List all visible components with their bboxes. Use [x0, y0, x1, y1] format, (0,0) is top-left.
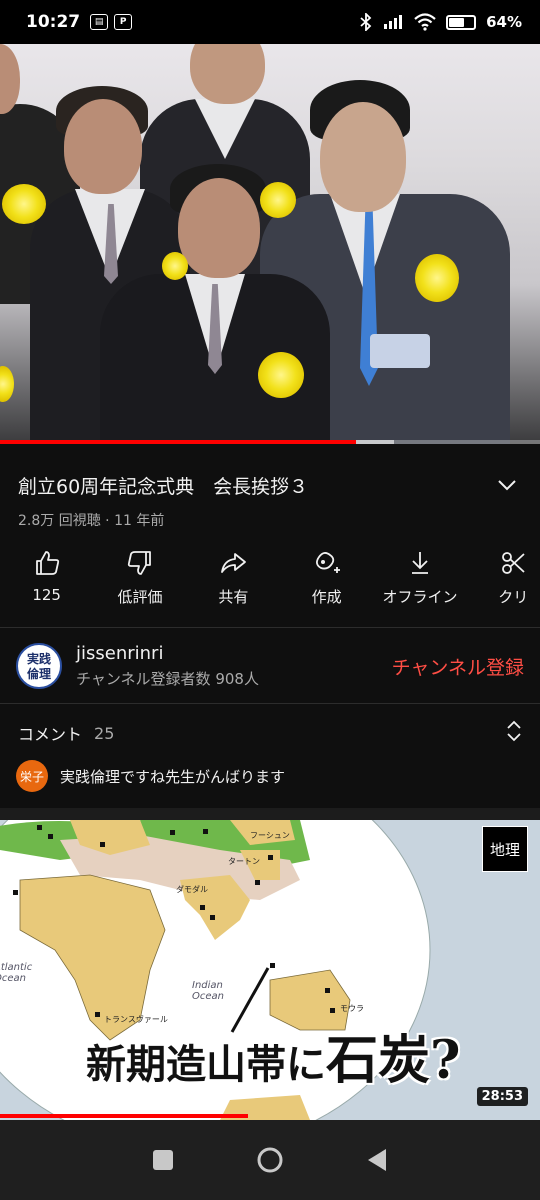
download-label: オフライン [382, 588, 458, 606]
bluetooth-icon [360, 13, 372, 31]
map-label: ダモダル [176, 885, 208, 894]
like-count: 125 [32, 586, 61, 604]
divider [0, 627, 540, 628]
map-label: タートン [228, 857, 260, 866]
system-nav-bar [0, 1120, 540, 1200]
thumbs-up-icon [35, 551, 59, 575]
subject-badge: 地理 [482, 826, 528, 872]
back-icon[interactable] [357, 1140, 397, 1180]
ocean-label: Atlantic Ocean [0, 962, 33, 984]
video-progress-bar[interactable] [0, 440, 540, 444]
recents-icon[interactable] [143, 1140, 183, 1180]
comments-label: コメント [18, 725, 83, 744]
status-left-icons: ▤ P [90, 14, 133, 30]
avatar-text-line: 実践 [26, 651, 51, 666]
comment-text: 実践倫理ですね先生がんばります [60, 767, 286, 786]
chevron-down-icon[interactable] [492, 470, 522, 500]
share-label: 共有 [218, 588, 249, 606]
subscribe-button[interactable]: チャンネル登録 [392, 653, 524, 680]
yellow-flower [2, 184, 46, 224]
channel-avatar[interactable]: 実践 倫理 [16, 643, 62, 689]
battery-percent: 64% [486, 13, 522, 31]
watched-progress [0, 1114, 249, 1118]
create-button[interactable]: 作成 [280, 548, 373, 614]
status-time: 10:27 [26, 12, 81, 32]
status-bar: 10:27 ▤ P 64% [0, 0, 540, 44]
section-gap [0, 808, 540, 820]
share-icon [221, 553, 247, 573]
yellow-flower [415, 254, 459, 302]
remix-icon [315, 552, 340, 573]
paypay-icon: P [114, 14, 133, 30]
clip-label: クリ [498, 588, 529, 606]
news-icon: ▤ [90, 14, 109, 30]
channel-subscribers: チャンネル登録者数 908人 [76, 670, 259, 688]
commenter-avatar: 栄子 [16, 760, 48, 792]
duration-badge: 28:53 [476, 1087, 528, 1106]
map-label: フーシュン [250, 831, 290, 840]
home-icon[interactable] [250, 1140, 290, 1180]
top-comment[interactable]: 栄子 実践倫理ですね先生がんばります [16, 760, 524, 792]
caption-part: 新期造山帯に [86, 1041, 326, 1088]
ocean-label: Indian Ocean [192, 980, 224, 1002]
download-icon [411, 552, 428, 574]
thumbnail-caption: 新期造山帯に石炭? [86, 1018, 460, 1093]
clip-icon [502, 552, 525, 574]
dislike-label: 低評価 [117, 588, 163, 606]
expand-collapse-icon[interactable] [506, 720, 522, 746]
avatar-text-line: 倫理 [26, 666, 51, 681]
channel-row[interactable]: 実践 倫理 jissenrinri チャンネル登録者数 908人 チャンネル登録 [16, 640, 524, 692]
caption-part: ? [430, 1030, 461, 1091]
video-player[interactable] [0, 44, 540, 444]
wifi-icon [414, 13, 436, 31]
channel-name[interactable]: jissenrinri [76, 643, 259, 664]
yellow-flower [258, 352, 304, 398]
divider [0, 703, 540, 704]
create-label: 作成 [311, 588, 342, 606]
yellow-flower [260, 182, 296, 218]
download-button[interactable]: オフライン [373, 548, 466, 614]
next-video-thumbnail[interactable]: フーシュン タートン ダモダル トランスヴァール モウラ Indian Ocea… [0, 820, 540, 1120]
comments-header[interactable]: コメント 25 [18, 718, 522, 748]
clip-button[interactable]: クリ [467, 548, 540, 614]
channel-info[interactable]: jissenrinri チャンネル登録者数 908人 [76, 643, 259, 689]
like-button[interactable]: 125 [0, 548, 93, 614]
caption-part: 石炭 [326, 1030, 431, 1091]
yellow-flower [162, 252, 188, 280]
share-button[interactable]: 共有 [187, 548, 280, 614]
status-right-icons: 64% [360, 13, 522, 31]
video-title[interactable]: 創立60周年記念式典 会長挨拶３ [18, 472, 492, 499]
video-meta[interactable]: 2.8万 回視聴 · 11 年前 [18, 510, 164, 530]
map-label: モウラ [340, 1004, 364, 1013]
battery-icon [446, 14, 477, 30]
yellow-flower [0, 366, 14, 402]
signal-icon [384, 15, 403, 29]
title-row[interactable]: 創立60周年記念式典 会長挨拶３ [18, 470, 522, 500]
action-bar: 125 低評価 共有 作成 オフライン クリ [0, 548, 540, 614]
thumbs-down-icon [127, 551, 151, 575]
comments-count: 25 [94, 723, 115, 743]
dislike-button[interactable]: 低評価 [93, 548, 186, 614]
progress-played [0, 440, 357, 444]
